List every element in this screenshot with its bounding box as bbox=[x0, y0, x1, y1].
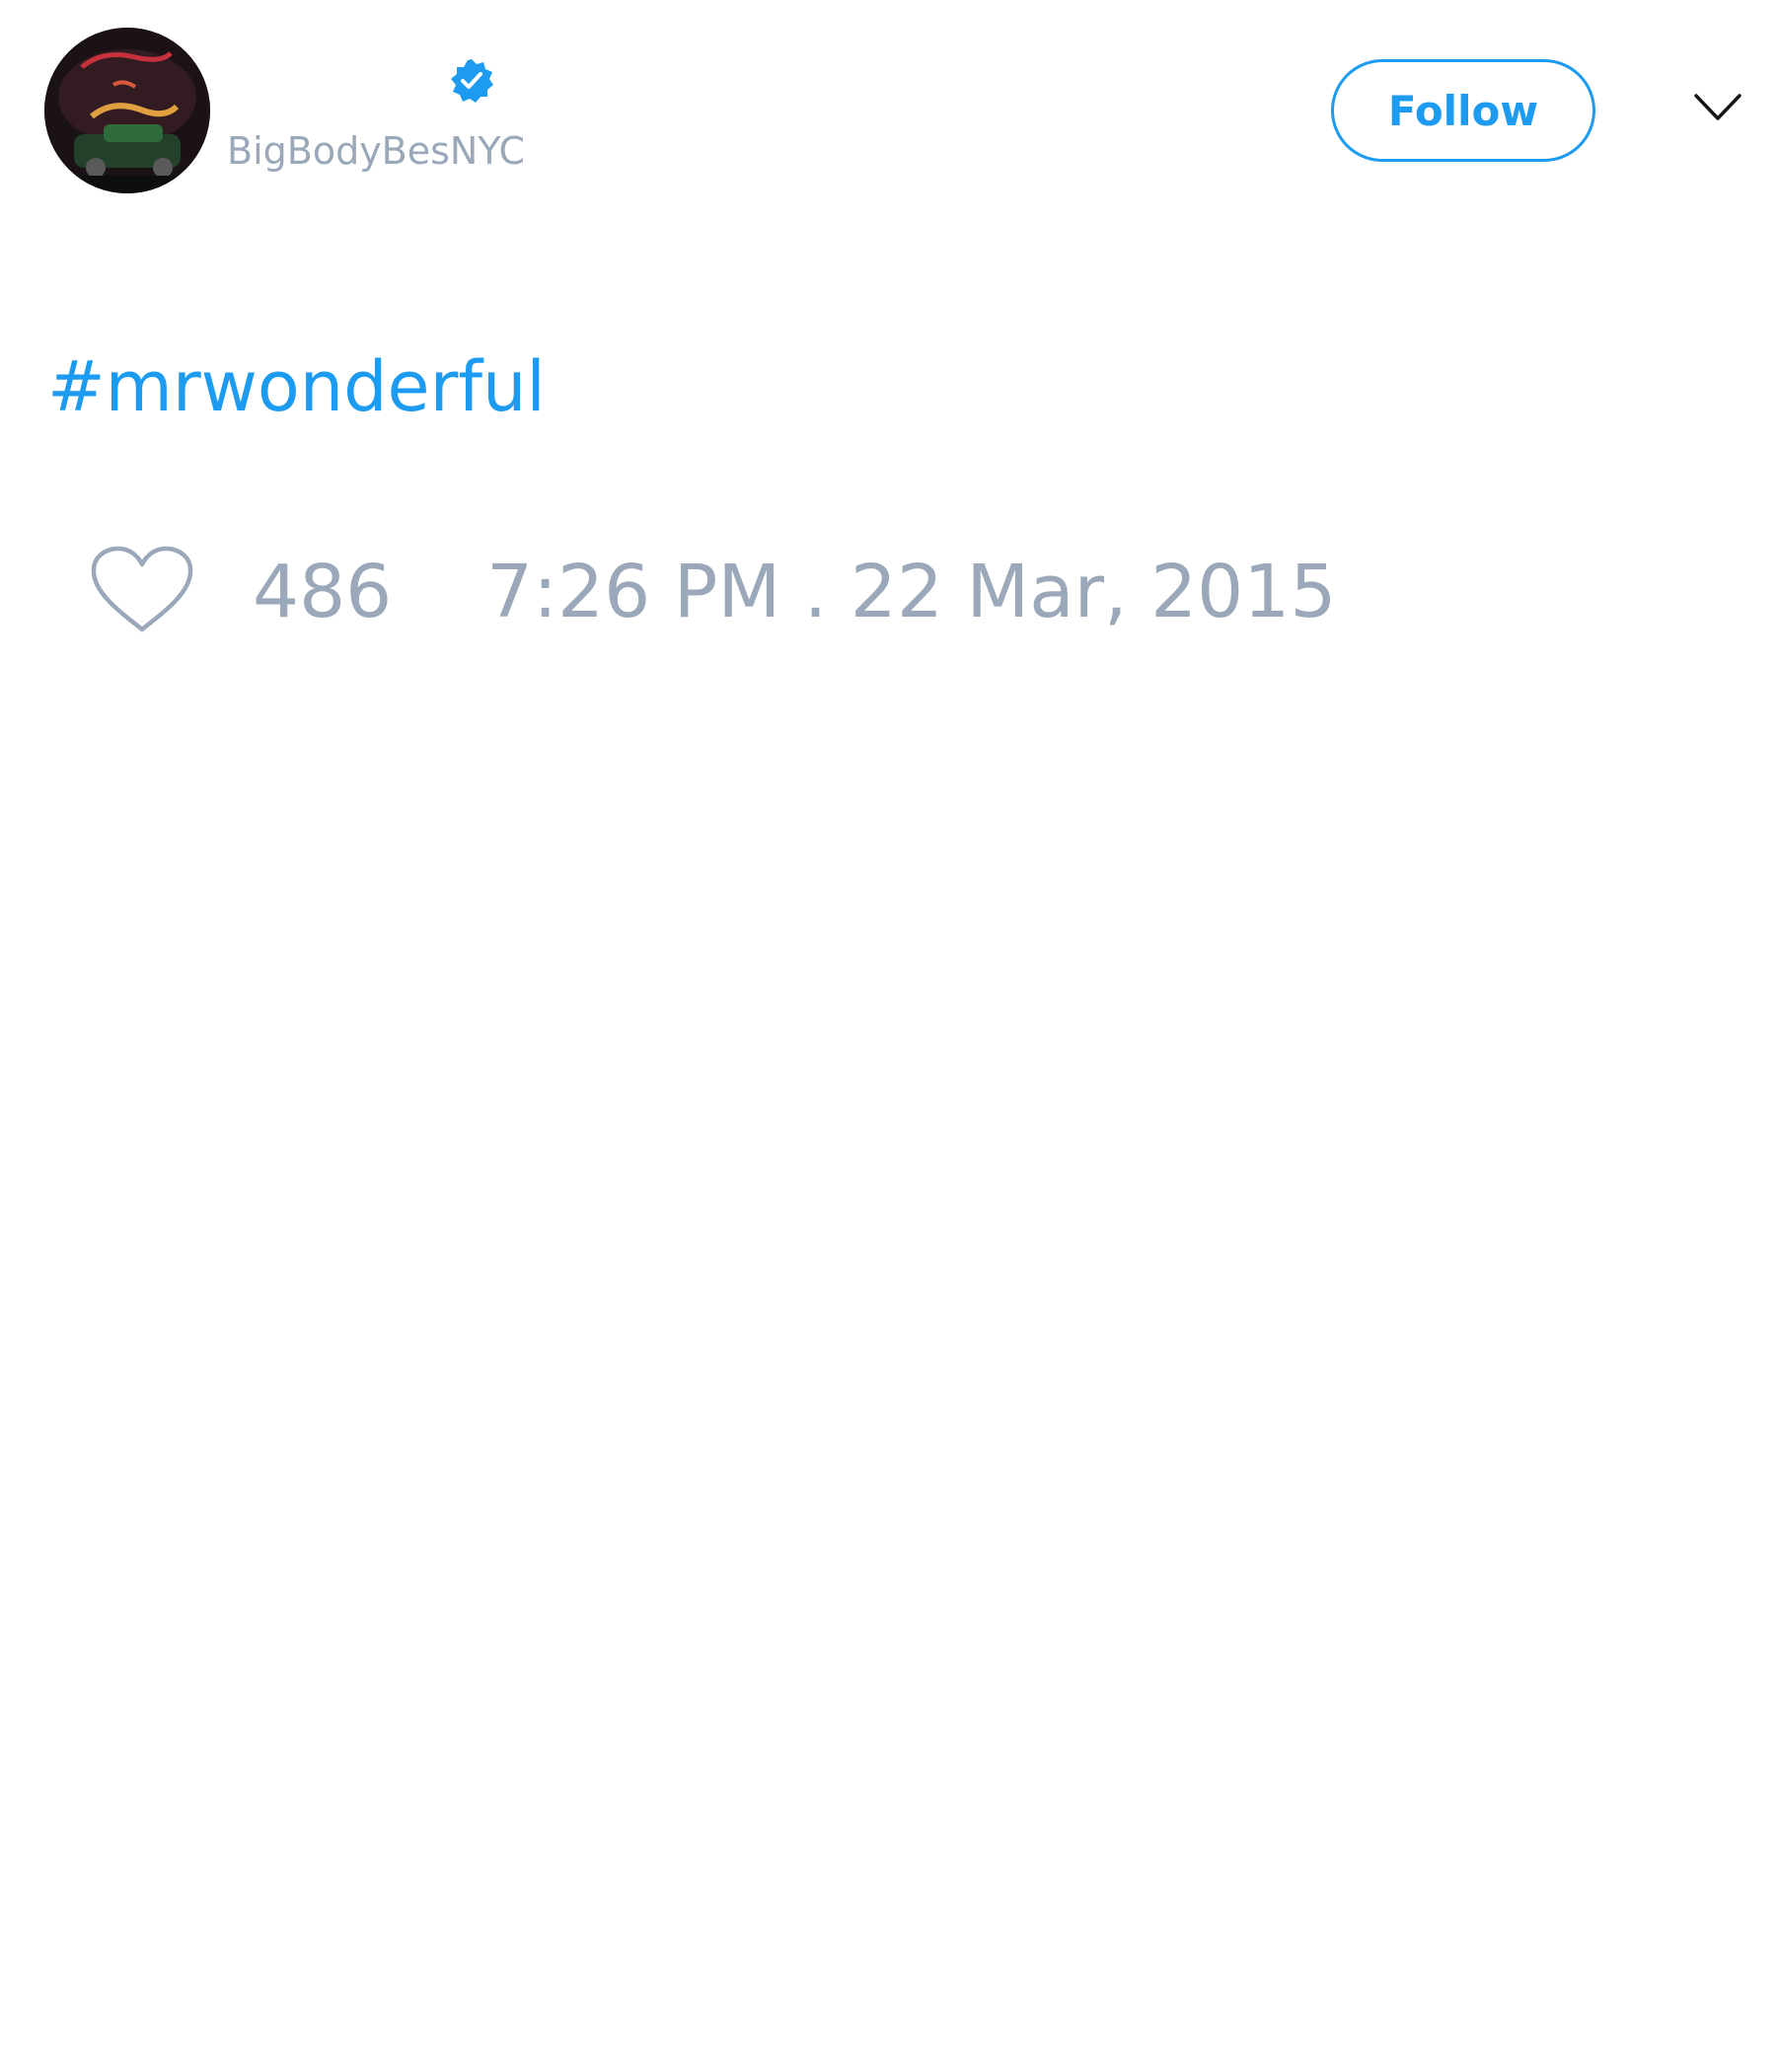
avatar-image bbox=[44, 28, 210, 193]
author-handle[interactable]: BigBodyBesNYC bbox=[227, 126, 525, 176]
like-count: 486 bbox=[253, 550, 393, 634]
tweet-hashtag[interactable]: #mrwonderful bbox=[47, 345, 546, 428]
heart-icon[interactable] bbox=[89, 545, 195, 635]
tweet-card: BigBodyBesNYC Follow #mrwonderful 486 7:… bbox=[0, 0, 1776, 2072]
verified-badge-icon bbox=[448, 57, 495, 105]
author-avatar[interactable] bbox=[44, 28, 210, 193]
tweet-timestamp[interactable]: 7:26 PM . 22 Mar, 2015 bbox=[486, 548, 1336, 636]
chevron-down-icon[interactable] bbox=[1693, 91, 1742, 126]
follow-button[interactable]: Follow bbox=[1331, 59, 1595, 162]
